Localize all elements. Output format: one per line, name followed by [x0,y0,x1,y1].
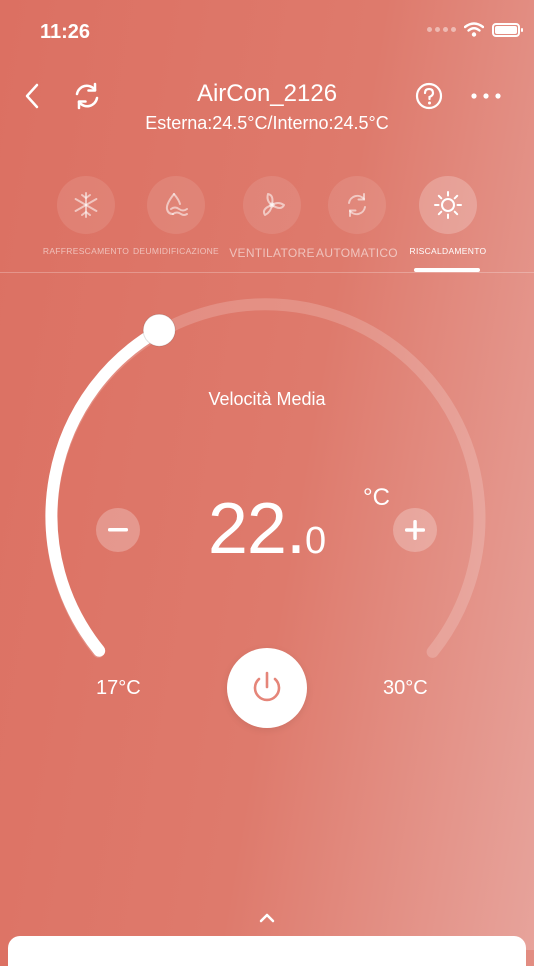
bottom-sheet[interactable] [8,936,526,966]
dial-handle [142,313,176,347]
decrease-temperature-button[interactable] [96,508,140,552]
chevron-up-icon [259,913,275,923]
power-button[interactable] [227,648,307,728]
temperature-unit: °C [363,484,390,511]
plus-icon [405,520,425,540]
setpoint-integer: 22. [207,489,306,569]
setpoint-display: 22.0 [0,488,534,570]
power-icon [253,671,281,702]
temperature-dial[interactable] [0,0,534,950]
fan-speed-label: Velocità Media [208,389,326,409]
min-temperature-label: 17°C [96,677,141,699]
minus-icon [108,528,128,532]
expand-panel-button[interactable] [255,910,279,926]
increase-temperature-button[interactable] [393,508,437,552]
max-temperature-label: 30°C [383,677,428,699]
setpoint-decimal: 0 [304,520,327,562]
